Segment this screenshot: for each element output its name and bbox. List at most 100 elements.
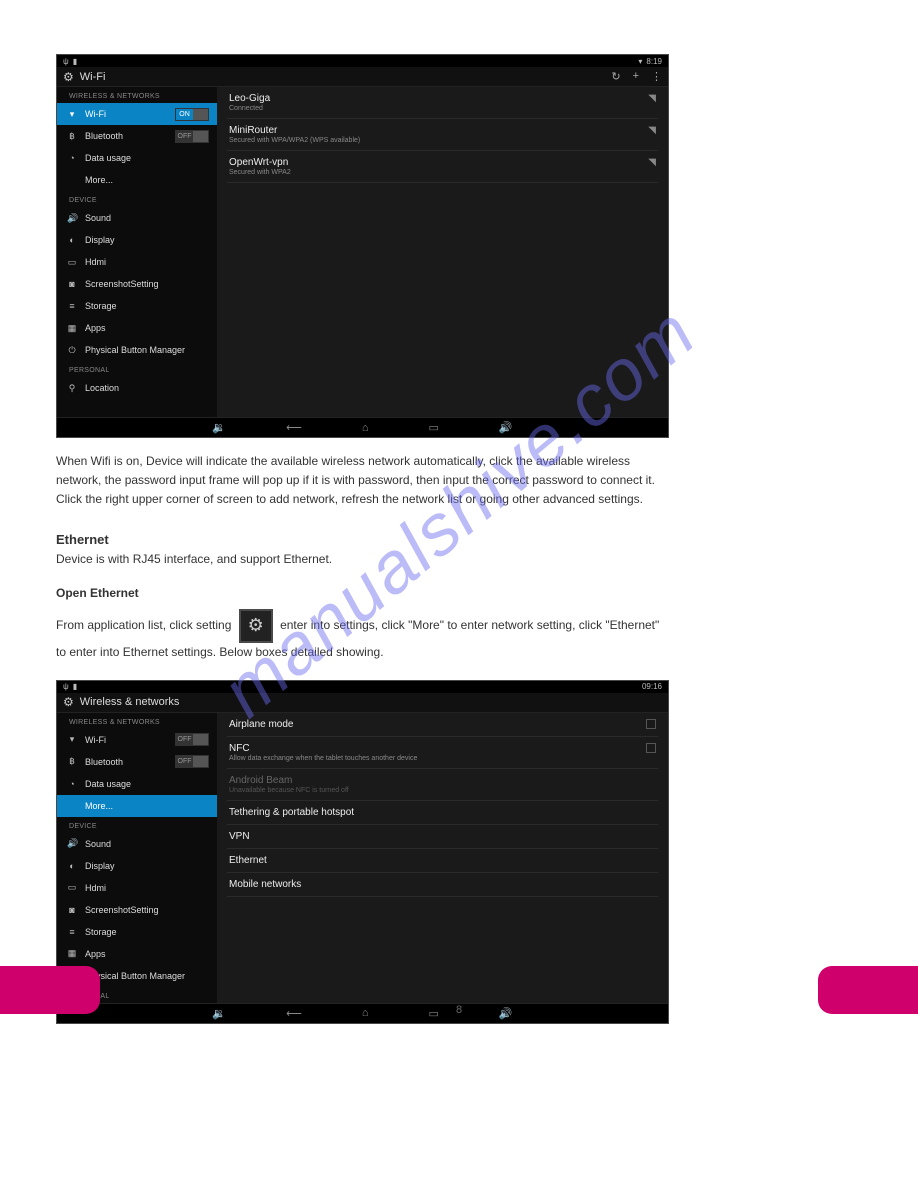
option-ethernet[interactable]: Ethernet bbox=[227, 849, 658, 873]
recent-apps-icon[interactable]: ▭ bbox=[429, 421, 439, 434]
sidebar-item-sound[interactable]: 🔊 Sound bbox=[57, 207, 217, 229]
wifi-network-list: Leo-GigaConnected ◥ MiniRouterSecured wi… bbox=[217, 87, 668, 417]
network-status: Secured with WPA2 bbox=[229, 168, 640, 176]
sidebar-item-more[interactable]: More... bbox=[57, 169, 217, 191]
option-mobile-networks[interactable]: Mobile networks bbox=[227, 873, 658, 897]
sidebar-item-more[interactable]: More... bbox=[57, 795, 217, 817]
bluetooth-icon: ฿ bbox=[67, 756, 77, 767]
sidebar-item-screenshot[interactable]: ◙ ScreenshotSetting bbox=[57, 899, 217, 921]
sidebar-item-wifi[interactable]: ▾ Wi-Fi ON bbox=[57, 103, 217, 125]
display-icon: ◐ bbox=[67, 235, 77, 245]
settings-icon: ⚙ bbox=[63, 695, 74, 709]
volume-down-icon[interactable]: 🔉 bbox=[212, 421, 226, 434]
network-item[interactable]: OpenWrt-vpnSecured with WPA2 ◥ bbox=[227, 151, 658, 183]
data-usage-icon: ◔ bbox=[67, 779, 77, 789]
sidebar-item-physical-button[interactable]: ⏻Physical Button Manager bbox=[57, 339, 217, 361]
sidebar-item-label: ScreenshotSetting bbox=[85, 279, 159, 289]
wifi-icon: ▾ bbox=[67, 109, 77, 120]
wifi-switch[interactable]: ON bbox=[175, 108, 209, 121]
bluetooth-switch[interactable]: OFF bbox=[175, 755, 209, 768]
battery-icon: ▮ bbox=[73, 57, 77, 66]
title-bar: ⚙ Wireless & networks bbox=[57, 693, 668, 713]
wifi-switch[interactable]: OFF bbox=[175, 733, 209, 746]
back-icon[interactable]: ⟵ bbox=[286, 421, 302, 434]
sidebar-item-label: Bluetooth bbox=[85, 757, 123, 767]
section-header: PERSONAL bbox=[57, 361, 217, 377]
sidebar-item-hdmi[interactable]: ▭Hdmi bbox=[57, 251, 217, 273]
page-number: 8 bbox=[456, 1004, 462, 1016]
usb-icon: ψ bbox=[63, 57, 69, 66]
camera-icon: ◙ bbox=[67, 905, 77, 915]
page-title: Wireless & networks bbox=[80, 696, 662, 708]
option-label: VPN bbox=[229, 831, 656, 842]
network-item[interactable]: MiniRouterSecured with WPA/WPA2 (WPS ava… bbox=[227, 119, 658, 151]
option-tethering[interactable]: Tethering & portable hotspot bbox=[227, 801, 658, 825]
sidebar-item-bluetooth[interactable]: ฿ Bluetooth OFF bbox=[57, 751, 217, 773]
overflow-menu-icon[interactable]: ⋮ bbox=[651, 70, 662, 83]
storage-icon: ≡ bbox=[67, 927, 77, 937]
bluetooth-switch[interactable]: OFF bbox=[175, 130, 209, 143]
settings-sidebar: WIRELESS & NETWORKS ▾ Wi-Fi OFF ฿ Blueto… bbox=[57, 713, 217, 1003]
clock: 8:19 bbox=[646, 57, 662, 66]
apps-icon: ▦ bbox=[67, 948, 77, 959]
prev-page-button[interactable] bbox=[0, 966, 100, 1014]
volume-up-icon[interactable]: 🔊 bbox=[499, 421, 513, 434]
sidebar-item-storage[interactable]: ≡Storage bbox=[57, 295, 217, 317]
sidebar-item-data-usage[interactable]: ◔ Data usage bbox=[57, 773, 217, 795]
sidebar-item-wifi[interactable]: ▾ Wi-Fi OFF bbox=[57, 729, 217, 751]
add-network-icon[interactable]: + bbox=[633, 70, 639, 83]
home-icon[interactable]: ⌂ bbox=[362, 1007, 369, 1019]
battery-icon: ▮ bbox=[73, 682, 77, 691]
sidebar-item-display[interactable]: ◐Display bbox=[57, 855, 217, 877]
wifi-strength-lock-icon: ◥ bbox=[640, 125, 656, 136]
sidebar-item-hdmi[interactable]: ▭Hdmi bbox=[57, 877, 217, 899]
nav-bar: 🔉 ⟵ ⌂ ▭ 🔊 bbox=[57, 417, 668, 437]
settings-app-icon: ⚙ bbox=[239, 609, 273, 643]
volume-up-icon[interactable]: 🔊 bbox=[499, 1007, 513, 1020]
sidebar-item-location[interactable]: ⚲Location bbox=[57, 377, 217, 399]
sidebar-item-label: Storage bbox=[85, 927, 117, 937]
doc-heading: Ethernet bbox=[56, 530, 669, 551]
sidebar-item-label: Sound bbox=[85, 213, 111, 223]
bluetooth-icon: ฿ bbox=[67, 131, 77, 142]
sidebar-item-label: ScreenshotSetting bbox=[85, 905, 159, 915]
sound-icon: 🔊 bbox=[67, 213, 77, 224]
sidebar-item-apps[interactable]: ▦ Apps bbox=[57, 317, 217, 339]
sidebar-item-label: Physical Button Manager bbox=[85, 971, 185, 981]
sidebar-item-screenshot[interactable]: ◙ScreenshotSetting bbox=[57, 273, 217, 295]
sidebar-item-storage[interactable]: ≡ Storage bbox=[57, 921, 217, 943]
sidebar-item-label: Data usage bbox=[85, 779, 131, 789]
more-settings-list: Airplane mode NFCAllow data exchange whe… bbox=[217, 713, 668, 1003]
option-label: Ethernet bbox=[229, 855, 656, 866]
sidebar-item-bluetooth[interactable]: ฿ Bluetooth OFF bbox=[57, 125, 217, 147]
back-icon[interactable]: ⟵ bbox=[286, 1007, 302, 1020]
recent-apps-icon[interactable]: ▭ bbox=[429, 1007, 439, 1020]
option-nfc[interactable]: NFCAllow data exchange when the tablet t… bbox=[227, 737, 658, 769]
wireless-networks-screenshot: ψ ▮ 09:16 ⚙ Wireless & networks WIRELESS… bbox=[56, 680, 669, 1024]
sidebar-item-label: Display bbox=[85, 235, 115, 245]
sidebar-item-apps[interactable]: ▦Apps bbox=[57, 943, 217, 965]
refresh-icon[interactable]: ↻ bbox=[611, 70, 620, 83]
option-airplane-mode[interactable]: Airplane mode bbox=[227, 713, 658, 737]
sidebar-item-sound[interactable]: 🔊Sound bbox=[57, 833, 217, 855]
checkbox[interactable] bbox=[646, 719, 656, 729]
checkbox[interactable] bbox=[646, 743, 656, 753]
sidebar-item-label: More... bbox=[85, 175, 113, 185]
section-header: WIRELESS & NETWORKS bbox=[57, 87, 217, 103]
option-label: Mobile networks bbox=[229, 879, 656, 890]
network-item[interactable]: Leo-GigaConnected ◥ bbox=[227, 87, 658, 119]
sidebar-item-label: Physical Button Manager bbox=[85, 345, 185, 355]
home-icon[interactable]: ⌂ bbox=[362, 422, 369, 434]
volume-down-icon[interactable]: 🔉 bbox=[212, 1007, 226, 1020]
apps-icon: ▦ bbox=[67, 323, 77, 334]
option-sub: Unavailable because NFC is turned off bbox=[229, 786, 656, 794]
sidebar-item-label: Apps bbox=[85, 323, 106, 333]
status-bar: ψ ▮ ▾ 8:19 bbox=[57, 55, 668, 67]
nav-bar: 🔉 ⟵ ⌂ ▭ 🔊 bbox=[57, 1003, 668, 1023]
option-vpn[interactable]: VPN bbox=[227, 825, 658, 849]
next-page-button[interactable] bbox=[818, 966, 918, 1014]
doc-paragraph: When Wifi is on, Device will indicate th… bbox=[56, 452, 669, 510]
sidebar-item-data-usage[interactable]: ◔ Data usage bbox=[57, 147, 217, 169]
sidebar-item-display[interactable]: ◐ Display bbox=[57, 229, 217, 251]
wifi-settings-screenshot: ψ ▮ ▾ 8:19 ⚙ Wi-Fi ↻ + ⋮ WIRELESS & NETW… bbox=[56, 54, 669, 438]
